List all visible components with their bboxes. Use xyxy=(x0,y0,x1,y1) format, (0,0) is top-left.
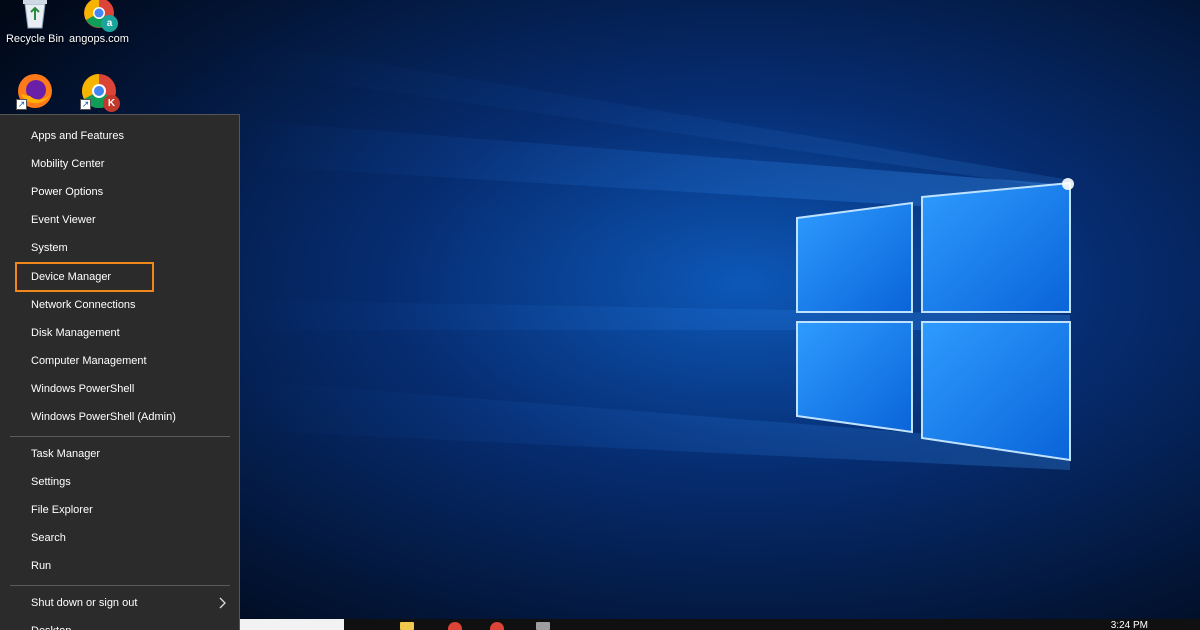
profile-badge: a xyxy=(101,15,118,32)
firefox-icon: ↗ xyxy=(16,72,54,110)
file-explorer-icon[interactable] xyxy=(400,622,414,630)
chrome-icon[interactable] xyxy=(448,622,462,630)
chrome-profile-icon: a xyxy=(82,0,118,32)
menu-item-task-manager[interactable]: Task Manager xyxy=(10,441,230,467)
chrome-icon[interactable] xyxy=(490,622,504,630)
menu-item-windows-powershell-admin[interactable]: Windows PowerShell (Admin) xyxy=(10,404,230,430)
app-icon[interactable] xyxy=(536,622,550,630)
menu-item-mobility-center[interactable]: Mobility Center xyxy=(10,151,230,177)
desktop-icon-label: Recycle Bin xyxy=(5,33,65,45)
menu-item-device-manager[interactable]: Device Manager xyxy=(15,262,154,292)
profile-badge: K xyxy=(103,95,120,112)
menu-item-search[interactable]: Search xyxy=(10,525,230,551)
menu-separator xyxy=(10,436,230,437)
menu-item-windows-powershell[interactable]: Windows PowerShell xyxy=(10,376,230,402)
menu-item-power-options[interactable]: Power Options xyxy=(10,179,230,205)
desktop-icon-recycle-bin[interactable]: Recycle Bin xyxy=(0,0,70,45)
taskbar: 3:24 PM xyxy=(240,619,1200,630)
desktop-icon-firefox[interactable]: ↗ xyxy=(0,72,70,113)
menu-item-apps-and-features[interactable]: Apps and Features xyxy=(10,123,230,149)
menu-item-event-viewer[interactable]: Event Viewer xyxy=(10,207,230,233)
desktop-icon-label: angops.com xyxy=(69,33,129,45)
chrome-profile-icon: ↗ K xyxy=(80,72,120,112)
recycle-bin-icon xyxy=(23,0,47,29)
windows-logo-icon xyxy=(796,181,1071,462)
menu-item-disk-management[interactable]: Disk Management xyxy=(10,320,230,346)
menu-item-desktop[interactable]: Desktop xyxy=(10,618,230,630)
menu-item-label: Shut down or sign out xyxy=(31,597,138,609)
desktop-icon-angops[interactable]: a angops.com xyxy=(64,0,134,45)
taskbar-clock[interactable]: 3:24 PM xyxy=(1111,620,1148,630)
menu-item-computer-management[interactable]: Computer Management xyxy=(10,348,230,374)
menu-item-settings[interactable]: Settings xyxy=(10,469,230,495)
menu-item-shut-down-or-sign-out[interactable]: Shut down or sign out xyxy=(10,590,230,616)
chevron-right-icon xyxy=(219,597,226,609)
menu-item-system[interactable]: System xyxy=(10,235,230,261)
winx-quick-link-menu: Apps and Features Mobility Center Power … xyxy=(0,114,240,630)
taskbar-search-box[interactable] xyxy=(240,619,344,630)
menu-item-file-explorer[interactable]: File Explorer xyxy=(10,497,230,523)
desktop-icon-chrome-k[interactable]: ↗ K xyxy=(64,72,134,113)
menu-separator xyxy=(10,585,230,586)
shortcut-arrow-icon: ↗ xyxy=(80,99,91,110)
menu-item-run[interactable]: Run xyxy=(10,553,230,579)
shortcut-arrow-icon: ↗ xyxy=(16,99,27,110)
menu-item-network-connections[interactable]: Network Connections xyxy=(10,292,230,318)
